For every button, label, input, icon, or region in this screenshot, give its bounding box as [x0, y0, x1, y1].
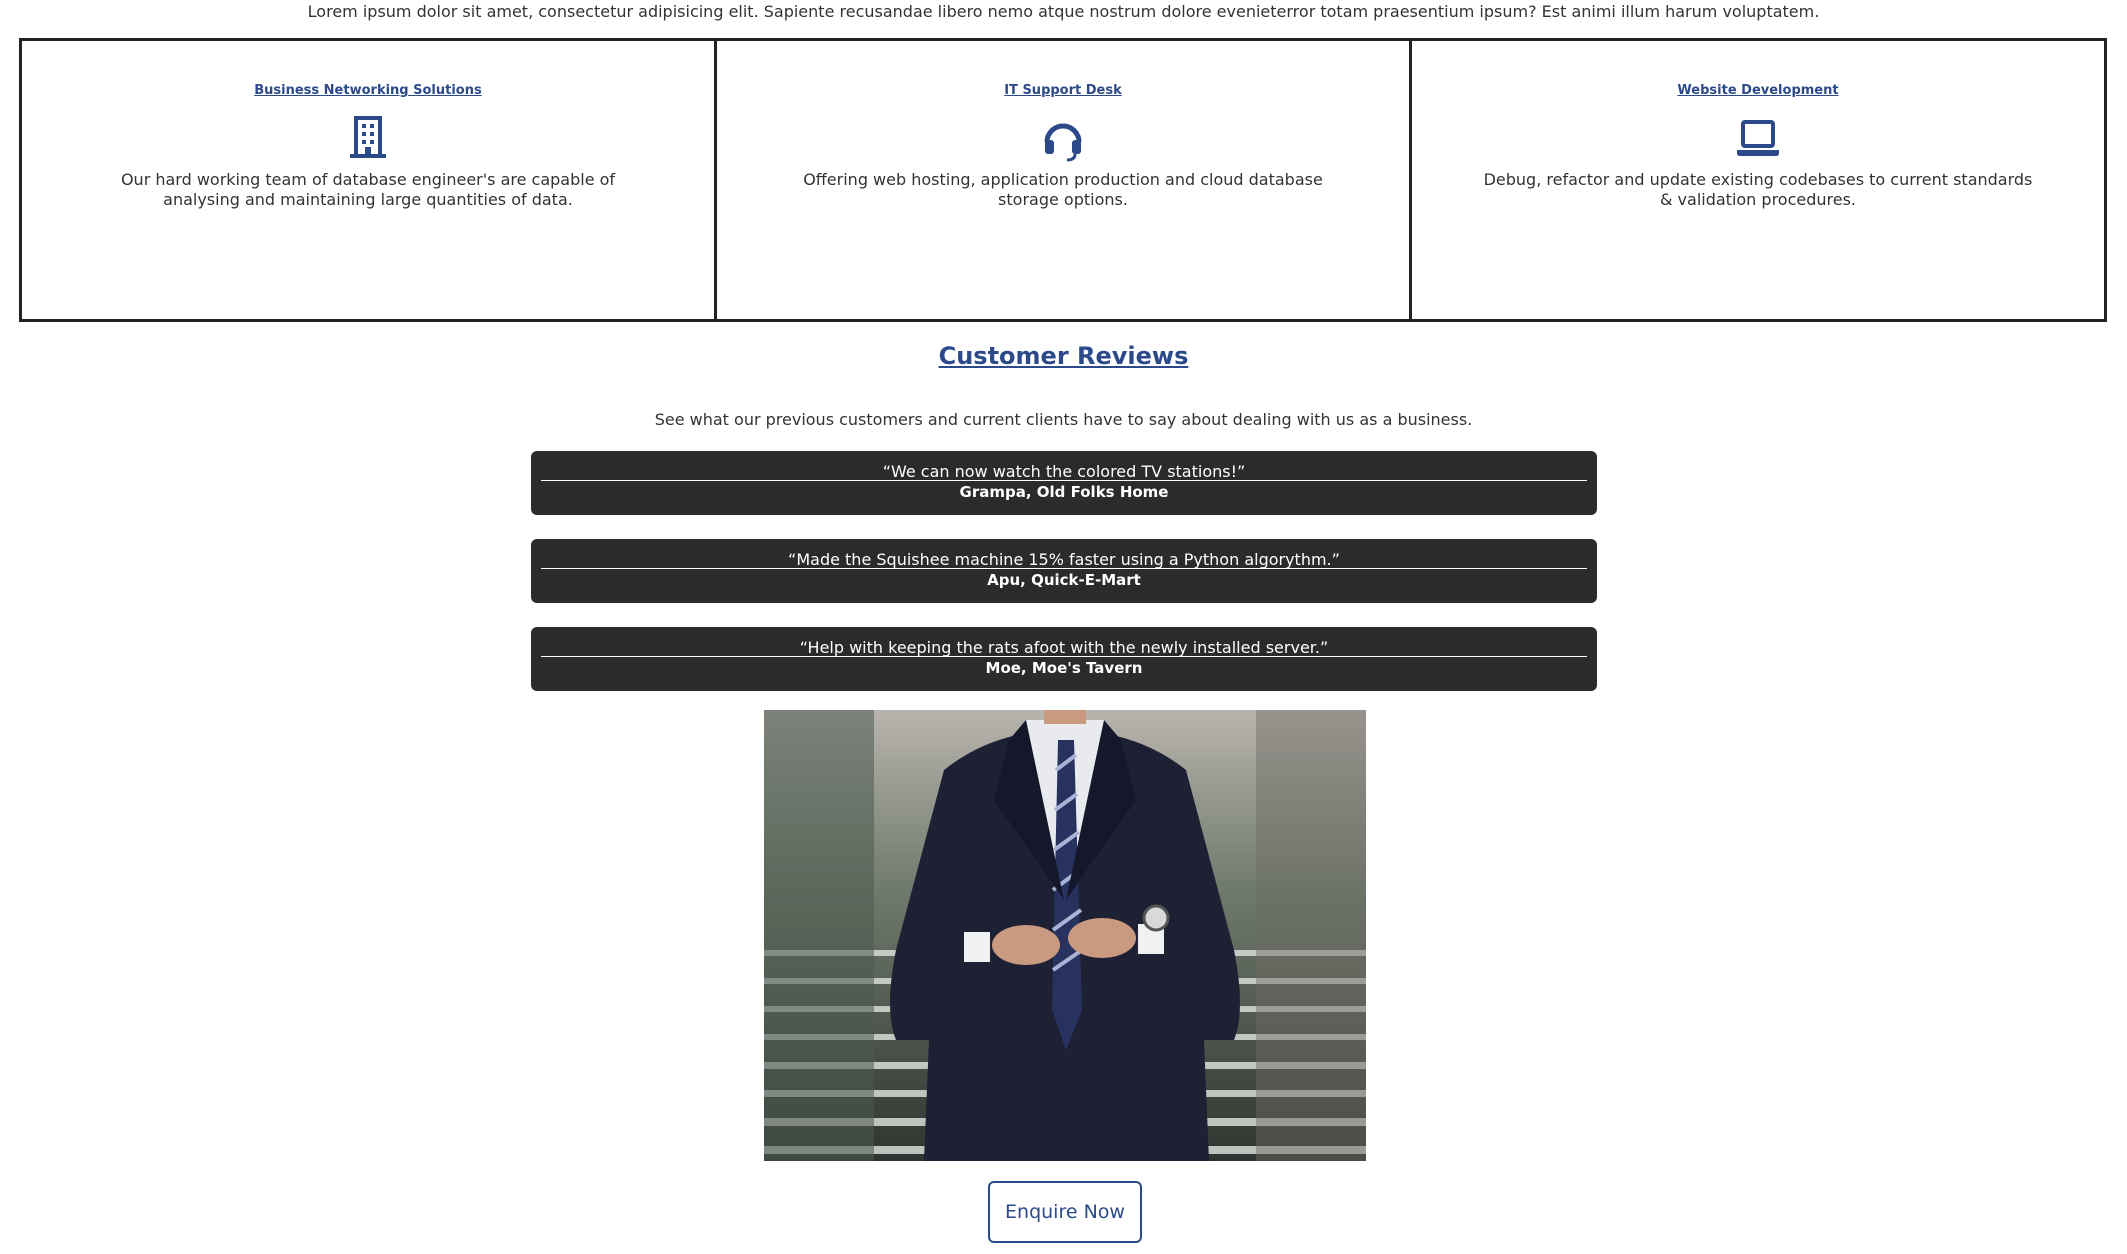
review-quote: “We can now watch the colored TV station… [882, 462, 1246, 481]
service-title-link[interactable]: IT Support Desk [1004, 83, 1122, 98]
review-card: “We can now watch the colored TV station… [531, 451, 1597, 515]
review-card: “Help with keeping the rats afoot with t… [531, 627, 1597, 691]
review-card: “Made the Squishee machine 15% faster us… [531, 539, 1597, 603]
businessman-photo [764, 710, 1366, 1161]
enquire-now-button[interactable]: Enquire Now [988, 1181, 1142, 1243]
reviews-heading-link[interactable]: Customer Reviews [939, 342, 1189, 370]
services-section: Business Networking Solutions Our hard w… [19, 38, 2107, 322]
intro-text: Lorem ipsum dolor sit amet, consectetur … [307, 2, 1820, 21]
businessman-illustration [764, 710, 1366, 1161]
service-description: Offering web hosting, application produc… [803, 170, 1323, 209]
review-author: Grampa, Old Folks Home [959, 483, 1169, 501]
review-author: Moe, Moe's Tavern [985, 659, 1143, 677]
review-quote: “Made the Squishee machine 15% faster us… [788, 550, 1340, 569]
service-title-link[interactable]: Website Development [1677, 83, 1838, 98]
service-card-webdev: Website Development Debug, refactor and … [1409, 38, 2107, 322]
laptop-icon [1737, 120, 1779, 156]
headset-icon [1044, 123, 1082, 162]
building-icon [350, 116, 386, 158]
service-card-networking: Business Networking Solutions Our hard w… [19, 38, 717, 322]
service-title-link[interactable]: Business Networking Solutions [254, 83, 481, 98]
service-description: Debug, refactor and update existing code… [1483, 170, 2033, 209]
service-card-support: IT Support Desk Offering web hosting, ap… [714, 38, 1412, 322]
service-description: Our hard working team of database engine… [120, 170, 616, 209]
review-quote: “Help with keeping the rats afoot with t… [799, 638, 1329, 657]
reviews-subheading: See what our previous customers and curr… [654, 410, 1473, 429]
reviews-heading: Customer Reviews [0, 342, 2127, 370]
review-author: Apu, Quick-E-Mart [987, 571, 1141, 589]
